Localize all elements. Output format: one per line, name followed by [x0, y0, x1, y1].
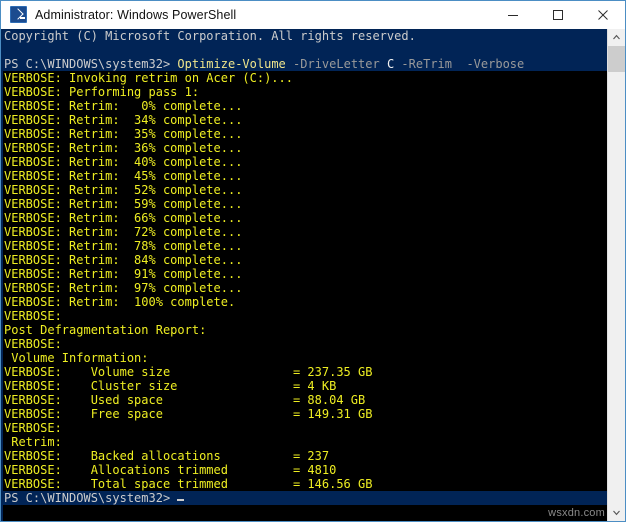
verbose-line: VERBOSE: Retrim: 52% complete...	[3, 183, 607, 197]
verbose-line: VERBOSE: Allocations trimmed = 4810	[3, 463, 607, 477]
verbose-line: VERBOSE: Retrim: 34% complete...	[3, 113, 607, 127]
copyright-line: Copyright (C) Microsoft Corporation. All…	[3, 29, 607, 43]
verbose-line: VERBOSE: Retrim: 36% complete...	[3, 141, 607, 155]
verbose-line: VERBOSE:	[3, 337, 607, 351]
window-title: Administrator: Windows PowerShell	[35, 7, 237, 22]
scrollbar-track[interactable]	[608, 46, 625, 504]
verbose-line: VERBOSE: Retrim: 72% complete...	[3, 225, 607, 239]
scroll-up-button[interactable]	[608, 29, 625, 46]
chevron-up-icon	[613, 34, 620, 40]
close-button[interactable]	[580, 1, 625, 28]
verbose-line: Retrim:	[3, 435, 607, 449]
verbose-line: VERBOSE: Invoking retrim on Acer (C:)...	[3, 71, 607, 85]
verbose-line: VERBOSE: Retrim: 97% complete...	[3, 281, 607, 295]
verbose-line: VERBOSE:	[3, 421, 607, 435]
param-driveletter: -DriveLetter	[293, 57, 380, 71]
param-verbose: -Verbose	[466, 57, 525, 71]
title-bar[interactable]: Administrator: Windows PowerShell	[1, 1, 625, 29]
verbose-line: VERBOSE: Free space = 149.31 GB	[3, 407, 607, 421]
verbose-line: VERBOSE: Retrim: 100% complete.	[3, 295, 607, 309]
command-line: PS C:\WINDOWS\system32> Optimize-Volume …	[3, 57, 607, 71]
vertical-scrollbar[interactable]	[607, 29, 625, 521]
verbose-line: VERBOSE: Used space = 88.04 GB	[3, 393, 607, 407]
prompt-text: PS C:\WINDOWS\system32>	[4, 57, 171, 71]
verbose-line: VERBOSE: Retrim: 66% complete...	[3, 211, 607, 225]
param-retrim: -ReTrim	[401, 57, 452, 71]
verbose-line: VERBOSE: Retrim: 0% complete...	[3, 99, 607, 113]
verbose-line: VERBOSE: Total space trimmed = 146.56 GB	[3, 477, 607, 491]
powershell-window: Administrator: Windows PowerShell Copyri…	[0, 0, 626, 522]
verbose-line: VERBOSE: Performing pass 1:	[3, 85, 607, 99]
blank-line	[3, 43, 607, 57]
maximize-button[interactable]	[535, 1, 580, 28]
verbose-line: VERBOSE:	[3, 309, 607, 323]
verbose-line: VERBOSE: Retrim: 78% complete...	[3, 239, 607, 253]
prompt-underscore-icon	[20, 17, 25, 19]
minimize-button[interactable]	[490, 1, 535, 28]
window-controls	[490, 1, 625, 28]
final-prompt-text: PS C:\WINDOWS\system32>	[4, 491, 171, 505]
verbose-line: VERBOSE: Retrim: 35% complete...	[3, 127, 607, 141]
console-output[interactable]: Copyright (C) Microsoft Corporation. All…	[3, 29, 607, 521]
verbose-line: VERBOSE: Retrim: 84% complete...	[3, 253, 607, 267]
verbose-line: VERBOSE: Volume size = 237.35 GB	[3, 365, 607, 379]
scroll-down-button[interactable]	[608, 504, 625, 521]
chevron-down-icon	[613, 510, 620, 516]
minimize-icon	[507, 14, 518, 16]
verbose-line: VERBOSE: Retrim: 40% complete...	[3, 155, 607, 169]
console-area: Copyright (C) Microsoft Corporation. All…	[1, 29, 625, 521]
powershell-icon	[10, 6, 27, 23]
verbose-line: VERBOSE: Retrim: 59% complete...	[3, 197, 607, 211]
verbose-line: VERBOSE: Backed allocations = 237	[3, 449, 607, 463]
verbose-line: VERBOSE: Cluster size = 4 KB	[3, 379, 607, 393]
final-prompt-line: PS C:\WINDOWS\system32>	[3, 491, 607, 505]
close-icon	[597, 9, 608, 20]
verbose-line: Volume Information:	[3, 351, 607, 365]
verbose-output-block: VERBOSE: Invoking retrim on Acer (C:)...…	[3, 71, 607, 491]
scrollbar-thumb[interactable]	[608, 46, 625, 72]
verbose-line: Post Defragmentation Report:	[3, 323, 607, 337]
cmdlet-name: Optimize-Volume	[177, 57, 286, 71]
maximize-icon	[552, 9, 563, 20]
verbose-line: VERBOSE: Retrim: 45% complete...	[3, 169, 607, 183]
verbose-line: VERBOSE: Retrim: 91% complete...	[3, 267, 607, 281]
text-cursor	[177, 499, 185, 501]
